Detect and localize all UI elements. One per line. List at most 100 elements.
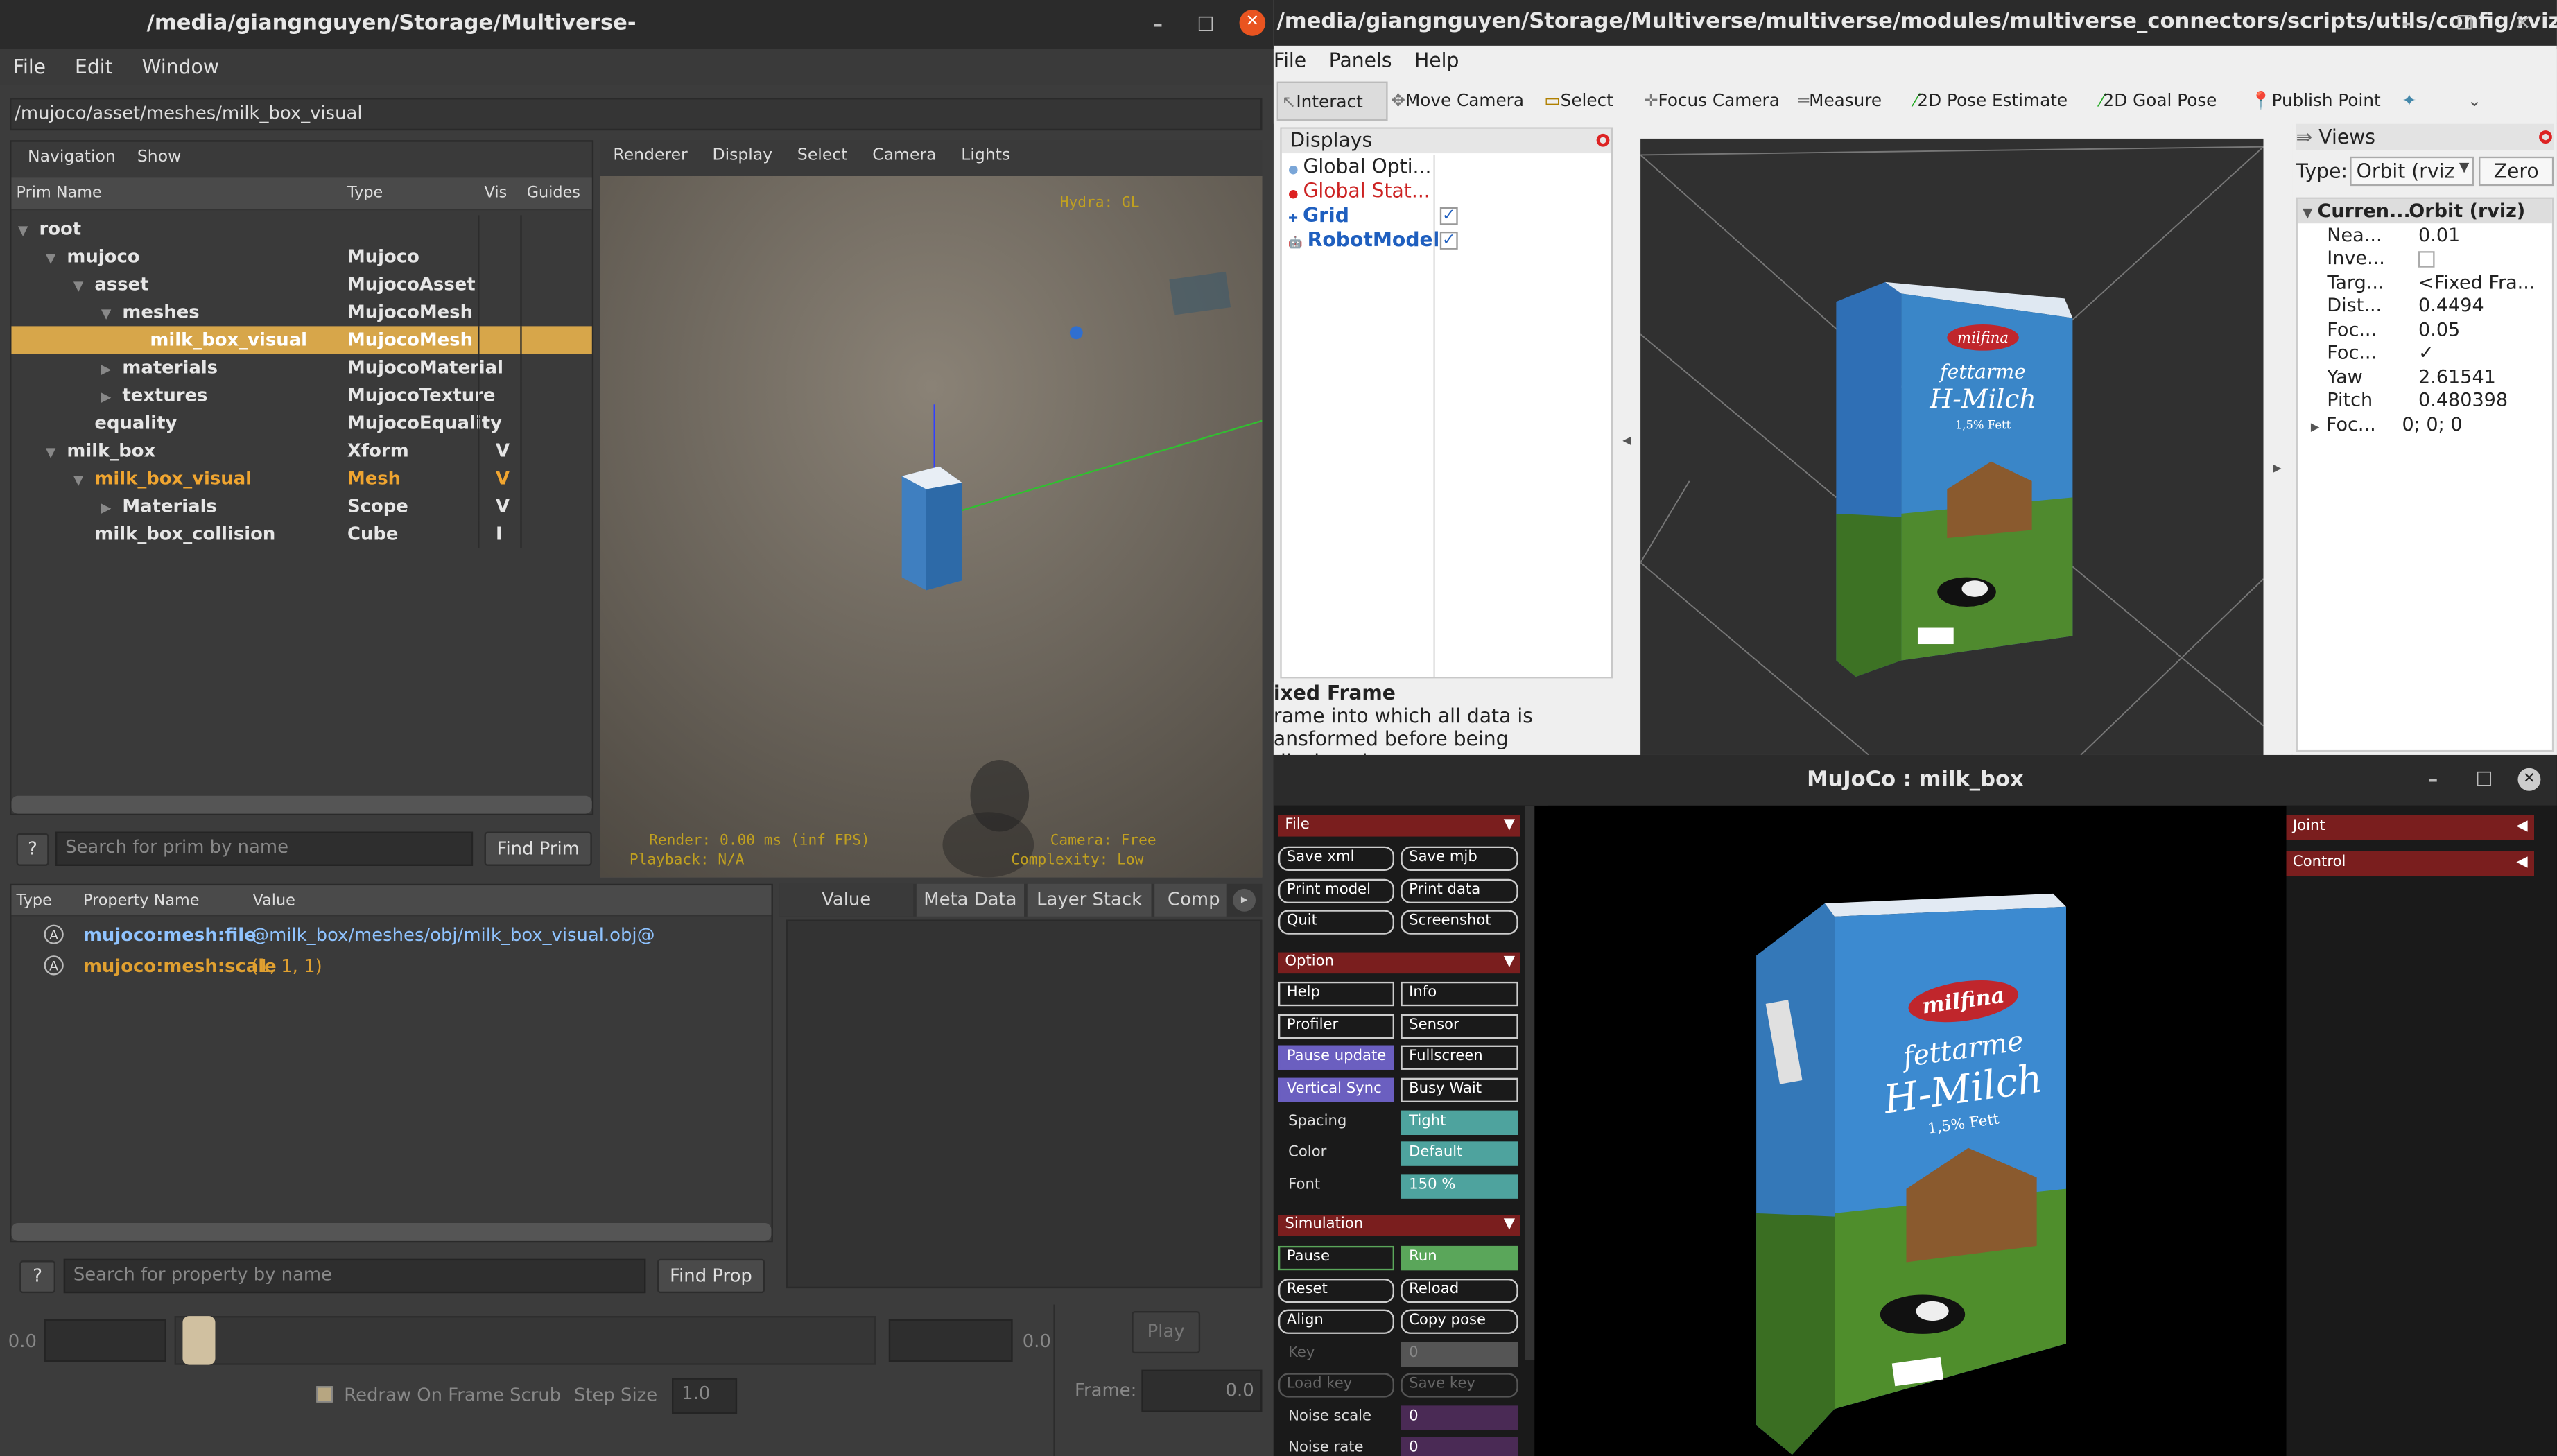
prim-tree-row[interactable]: ▼ asset MujocoAsset — [11, 270, 591, 300]
prim-tree-row[interactable]: milk_box_collision Cube I — [11, 520, 591, 548]
expand-arrow-icon[interactable]: ▼ — [46, 439, 62, 467]
sensor-toggle[interactable]: Sensor — [1401, 1014, 1518, 1039]
expand-icon[interactable]: ▶ — [2311, 420, 2320, 433]
pause-update-toggle[interactable]: Pause update — [1278, 1045, 1394, 1070]
play-button[interactable]: Play — [1132, 1311, 1201, 1354]
find-prop-button[interactable]: Find Prop — [657, 1258, 765, 1294]
tool-publish-point[interactable]: 📍Publish Point — [2251, 78, 2381, 124]
invert-z-checkbox[interactable] — [2418, 250, 2435, 267]
prim-search-input[interactable]: Search for prim by name — [55, 831, 474, 866]
tab-scroll-right-icon[interactable]: ▸ — [1233, 888, 1256, 912]
lights-menu[interactable]: Lights — [961, 147, 1010, 165]
align-button[interactable]: Align — [1278, 1309, 1394, 1334]
tab-value[interactable]: Value — [779, 883, 914, 917]
usd-viewport[interactable]: Hydra: GL Render: 0.00 ms (inf FPS) Play… — [600, 176, 1263, 878]
view-property-row[interactable]: ▶ Foc... 0; 0; 0 — [2298, 412, 2552, 435]
col-prop-name[interactable]: Property Name — [83, 885, 200, 917]
expand-arrow-icon[interactable]: ▶ — [101, 494, 118, 522]
col-prim-name[interactable]: Prim Name — [17, 177, 102, 210]
range-begin-field[interactable] — [44, 1319, 166, 1362]
property-row[interactable]: Amujoco:mesh:scale (1, 1, 1) — [11, 951, 771, 982]
view-property-row[interactable]: Dist... 0.4494 — [2298, 293, 2552, 317]
control-section-header[interactable]: Control ◀ — [2286, 851, 2535, 876]
expand-arrow-icon[interactable]: ▶ — [101, 356, 118, 383]
copy-pose-button[interactable]: Copy pose — [1401, 1309, 1518, 1334]
property-search-input[interactable]: Search for property by name — [63, 1258, 646, 1294]
view-property-row[interactable]: Inve... — [2298, 246, 2552, 270]
quit-button[interactable]: Quit — [1278, 910, 1394, 935]
reload-button[interactable]: Reload — [1401, 1278, 1518, 1303]
expand-arrow-icon[interactable]: ▼ — [46, 245, 62, 272]
rviz-menu-help[interactable]: Help — [1414, 49, 1459, 72]
save-xml-button[interactable]: Save xml — [1278, 846, 1394, 871]
view-property-row[interactable]: Targ... <Fixed Fra... — [2298, 270, 2552, 293]
save-key-button[interactable]: Save key — [1401, 1373, 1518, 1398]
joint-section-header[interactable]: Joint ◀ — [2286, 815, 2535, 840]
prop-help-button[interactable]: ? — [19, 1260, 55, 1294]
current-view-row[interactable]: ▼ Curren...Orbit (rviz) — [2297, 198, 2552, 223]
rviz-maximize-button[interactable]: ☐ — [2456, 0, 2473, 46]
print-model-button[interactable]: Print model — [1278, 878, 1394, 904]
screenshot-button[interactable]: Screenshot — [1401, 910, 1518, 935]
prim-tree-row[interactable]: equality MujocoEquality — [11, 409, 591, 437]
navigation-menu[interactable]: Navigation — [28, 148, 116, 166]
step-size-field[interactable]: 1.0 — [672, 1378, 738, 1414]
property-scrollbar[interactable] — [11, 1223, 772, 1241]
prim-tree-row[interactable]: ▶ Materials Scope V — [11, 492, 591, 522]
display-item[interactable]: ✚ Grid ✓ — [1288, 204, 1608, 228]
minimize-button[interactable]: – — [1153, 0, 1163, 49]
tree-scrollbar[interactable] — [11, 795, 592, 814]
col-vis[interactable]: Vis — [485, 177, 508, 210]
menu-file[interactable]: File — [13, 55, 46, 78]
display-enabled-checkbox[interactable]: ✓ — [1439, 231, 1458, 250]
renderer-menu[interactable]: Renderer — [613, 147, 687, 165]
tool-interact[interactable]: ↖Interact — [1276, 81, 1388, 121]
usdview-titlebar[interactable]: /media/giangnguyen/Storage/Multiverse-Tu… — [0, 0, 1274, 85]
prim-tree-row[interactable]: milk_box_visual MujocoMesh — [11, 326, 592, 354]
expand-arrow-icon[interactable]: ▼ — [73, 467, 90, 494]
noise-rate-slider[interactable]: 0 — [1401, 1437, 1518, 1456]
prim-visibility[interactable]: V — [496, 492, 510, 520]
run-radio[interactable]: Run — [1401, 1245, 1518, 1271]
frame-slider-handle[interactable] — [182, 1316, 216, 1365]
profiler-toggle[interactable]: Profiler — [1278, 1014, 1394, 1039]
font-select[interactable]: 150 % — [1401, 1174, 1518, 1199]
view-property-row[interactable]: Yaw 2.61541 — [2298, 365, 2552, 388]
rviz-close-button[interactable]: ✕ — [2515, 0, 2531, 46]
frame-field[interactable]: 0.0 — [1141, 1369, 1263, 1412]
prim-tree-row[interactable]: ▼ milk_box_visual Mesh V — [11, 465, 591, 494]
col-type[interactable]: Type — [347, 177, 383, 210]
tool-2d-pose-estimate[interactable]: ⁄2D Pose Estimate — [1914, 78, 2068, 124]
key-slider[interactable]: 0 — [1401, 1342, 1518, 1367]
prim-tree-row[interactable]: ▼ root — [11, 215, 591, 243]
rviz-titlebar[interactable]: /media/giangnguyen/Storage/Multiverse/mu… — [1273, 0, 2557, 46]
tab-composition[interactable]: Comp — [1154, 883, 1227, 917]
file-section-header[interactable]: File ▼ — [1278, 815, 1520, 837]
views-close-icon[interactable] — [2539, 130, 2552, 144]
expand-arrow-icon[interactable]: ▶ — [101, 383, 118, 411]
prim-visibility[interactable]: V — [496, 465, 510, 492]
property-row[interactable]: Amujoco:mesh:file @milk_box/meshes/obj/mi… — [11, 920, 771, 951]
left-panel-collapse[interactable]: ◂ — [1613, 127, 1641, 755]
expand-arrow-icon[interactable]: ▼ — [101, 300, 118, 328]
camera-menu[interactable]: Camera — [872, 147, 936, 165]
prim-help-button[interactable]: ? — [16, 833, 49, 866]
pause-radio[interactable]: Pause — [1278, 1245, 1394, 1271]
view-property-row[interactable]: Nea... 0.01 — [2298, 223, 2552, 246]
right-panel-collapse[interactable]: ▸ — [2263, 127, 2291, 755]
prim-tree-row[interactable]: ▼ milk_box Xform V — [11, 437, 591, 465]
prim-tree-row[interactable]: ▼ meshes MujocoMesh — [11, 298, 591, 328]
displays-close-icon[interactable] — [1596, 133, 1610, 147]
dropdown-arrow-icon[interactable]: ▼ — [2459, 159, 2469, 174]
noise-scale-slider[interactable]: 0 — [1401, 1405, 1518, 1430]
option-section-header[interactable]: Option ▼ — [1278, 952, 1520, 974]
expand-arrow-icon[interactable]: ▼ — [73, 272, 90, 300]
reset-button[interactable]: Reset — [1278, 1278, 1394, 1303]
display-enabled-checkbox[interactable]: ✓ — [1439, 207, 1458, 225]
tab-layer-stack[interactable]: Layer Stack — [1027, 883, 1152, 917]
tool-move-camera[interactable]: ✥Move Camera — [1391, 78, 1524, 124]
mujoco-close-button[interactable]: ✕ — [2517, 768, 2541, 791]
tool-focus-camera[interactable]: ✛Focus Camera — [1644, 78, 1780, 124]
redraw-checkbox[interactable] — [316, 1386, 333, 1403]
rviz-menu-file[interactable]: File — [1274, 49, 1306, 72]
